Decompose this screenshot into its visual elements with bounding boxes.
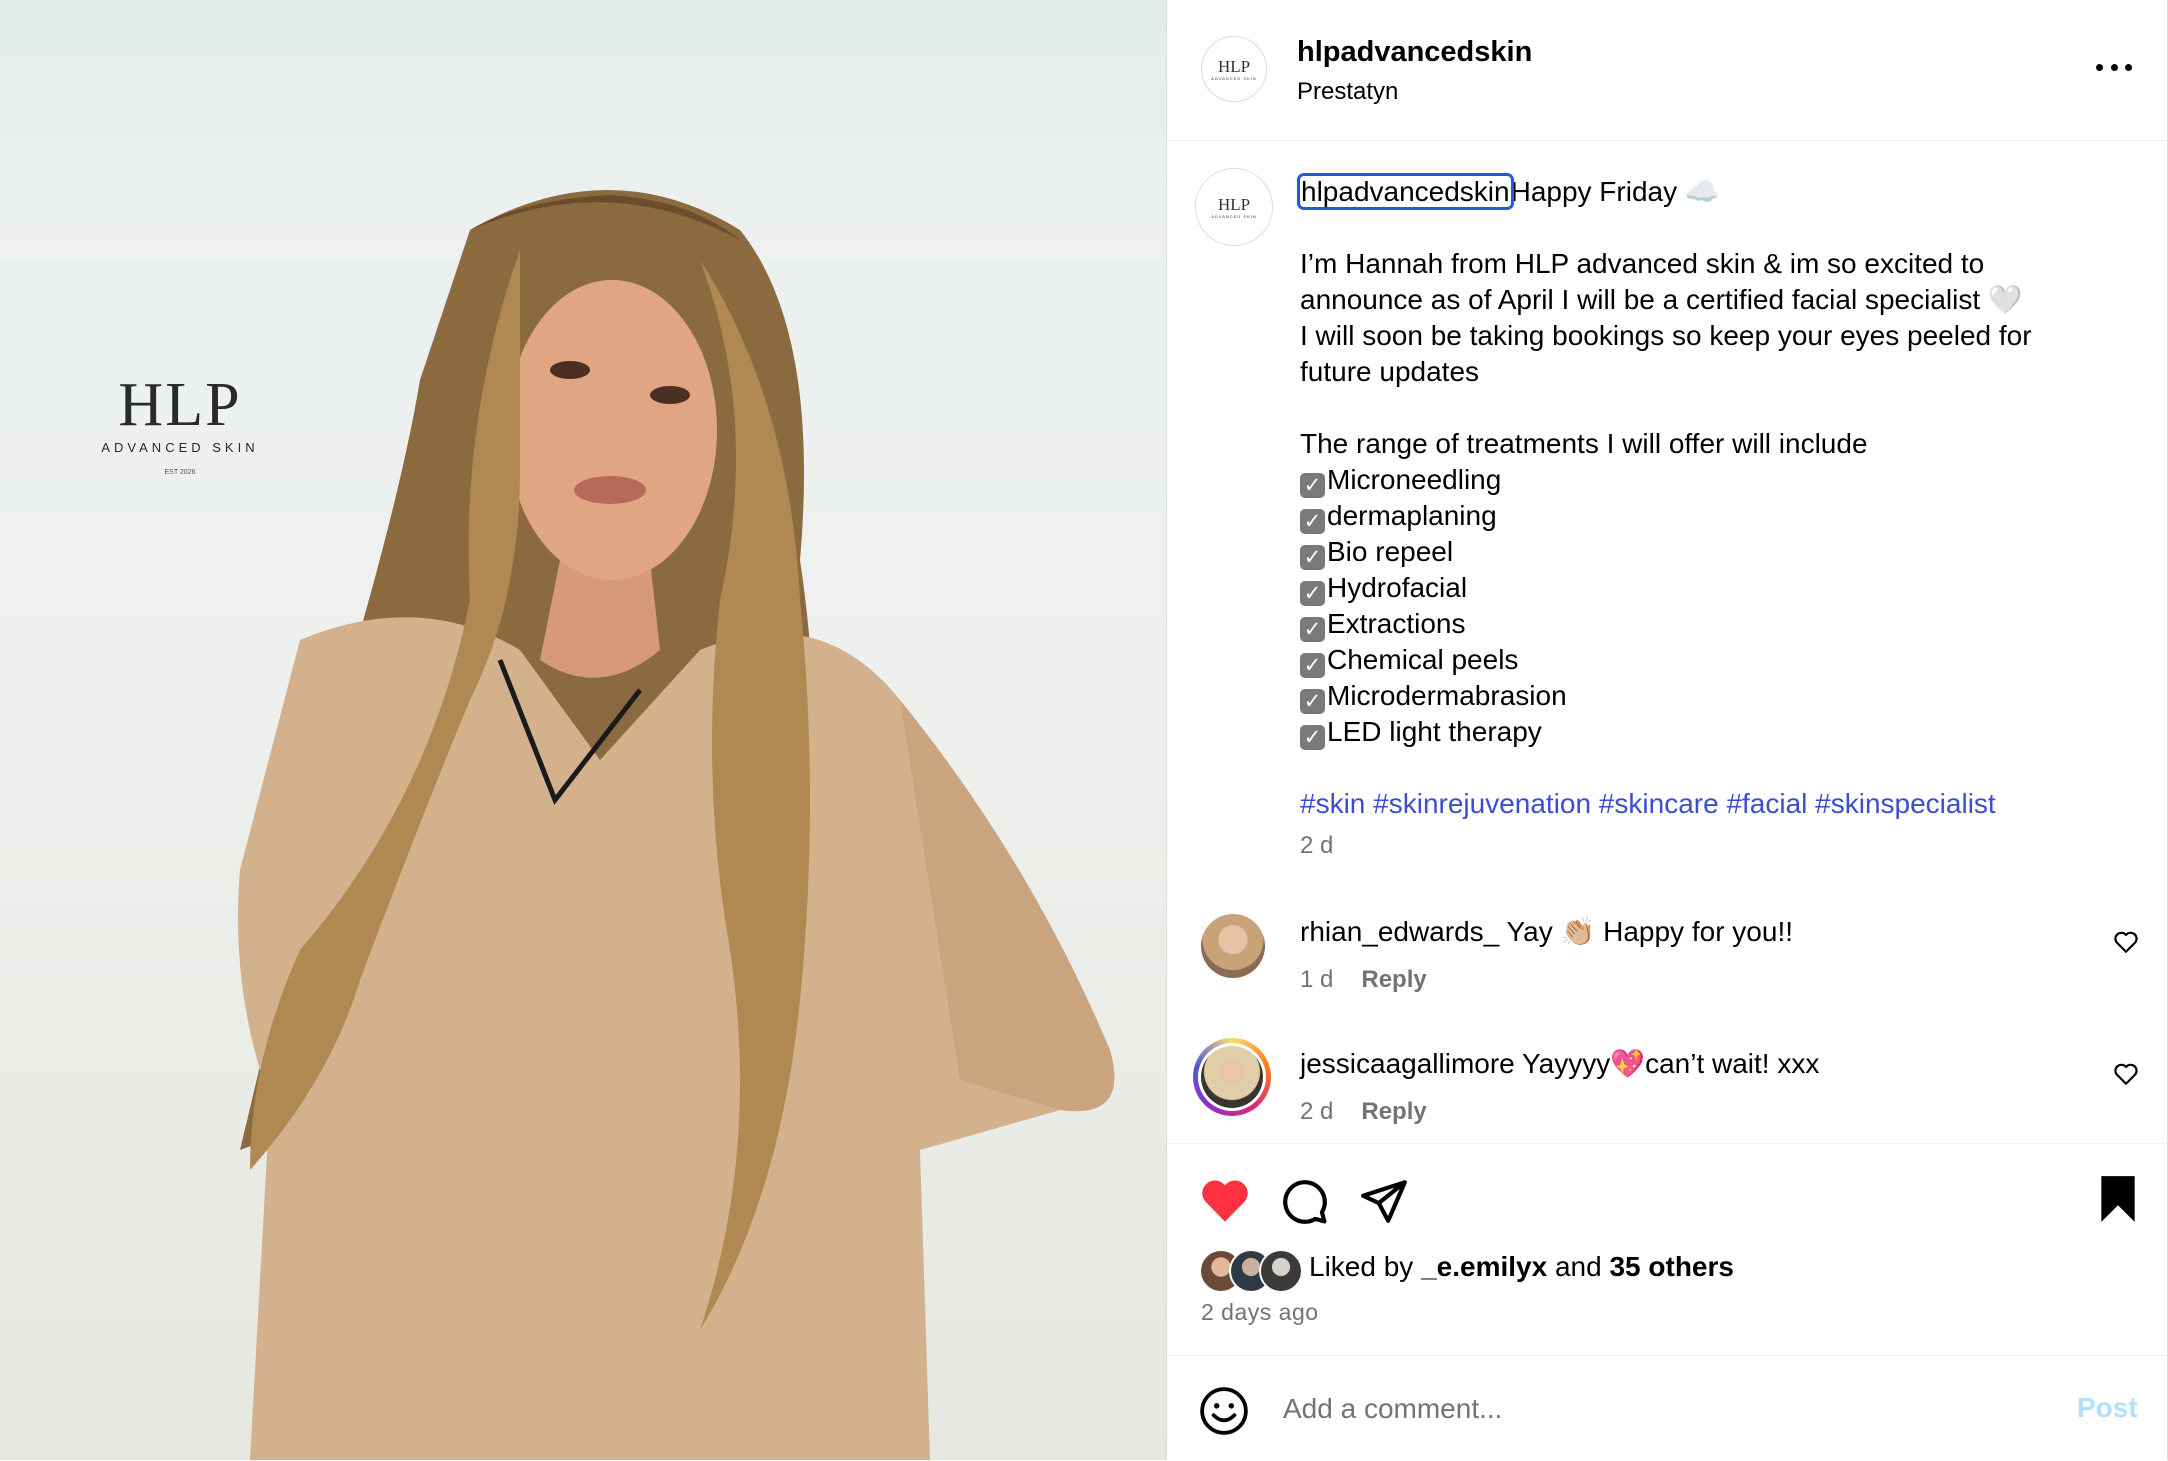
treatment-item: ✓ Microdermabrasion <box>1300 680 1567 714</box>
comment-body: Yayyyy💖can’t wait! xxx <box>1522 1048 1820 1079</box>
caption-list-intro: The range of treatments I will offer wil… <box>1300 428 1868 459</box>
checkbox-icon: ✓ <box>1300 617 1325 642</box>
comment-meta: 1 d Reply <box>1300 966 1427 994</box>
liker-avatar <box>1259 1249 1303 1293</box>
likes-first-user[interactable]: _e.emilyx <box>1421 1251 1547 1282</box>
treatment-item: ✓ LED light therapy <box>1300 716 1542 750</box>
treatment-item: ✓ dermaplaning <box>1300 500 1497 534</box>
caption-avatar-sub: ADVANCED SKIN <box>1211 213 1257 219</box>
header-avatar[interactable]: HLP ADVANCED SKIN <box>1201 36 1267 102</box>
treatment-label: Extractions <box>1327 608 1466 639</box>
comment-meta: 2 d Reply <box>1300 1098 1427 1126</box>
checkbox-icon: ✓ <box>1300 473 1325 498</box>
reply-button[interactable]: Reply <box>1361 1098 1426 1125</box>
likes-others[interactable]: 35 others <box>1609 1251 1734 1282</box>
treatment-label: Bio repeel <box>1327 536 1454 567</box>
header-avatar-sub: ADVANCED SKIN <box>1211 75 1257 81</box>
treatment-item: ✓ Hydrofacial <box>1300 572 1468 606</box>
checkbox-icon: ✓ <box>1300 725 1325 750</box>
treatment-label: dermaplaning <box>1327 500 1497 531</box>
bookmark-filled-icon[interactable] <box>2097 1174 2139 1224</box>
header-username[interactable]: hlpadvancedskin <box>1297 36 1532 69</box>
liked-by-text[interactable]: Liked by _e.emilyx and 35 others <box>1309 1251 1734 1283</box>
checkbox-icon: ✓ <box>1300 653 1325 678</box>
dot <box>2110 63 2118 71</box>
comment-username[interactable]: rhian_edwards_ <box>1300 916 1499 947</box>
treatment-item: ✓ Microneedling <box>1300 464 1502 498</box>
commenter-avatar[interactable] <box>1193 1038 1271 1116</box>
post-header: HLP ADVANCED SKIN hlpadvancedskin Presta… <box>1167 0 2167 141</box>
treatment-item: ✓ Chemical peels <box>1300 644 1519 678</box>
post-image[interactable]: HLP ADVANCED SKIN EST 2026 <box>0 0 1166 1460</box>
comment-username[interactable]: jessicaagallimore <box>1300 1048 1515 1079</box>
likes-joiner: and <box>1547 1251 1610 1282</box>
checkbox-icon: ✓ <box>1300 509 1325 534</box>
post-detail-panel: HLP ADVANCED SKIN hlpadvancedskin Presta… <box>1166 0 2168 1460</box>
comment-icon[interactable] <box>1279 1176 1329 1226</box>
treatment-label: Microdermabrasion <box>1327 680 1567 711</box>
treatment-list: ✓ Microneedling ✓ dermaplaning ✓ Bio repeel… <box>1300 464 1567 750</box>
caption-text: hlpadvancedskinHappy Friday ☁️ I’m Hanna… <box>1297 173 2100 822</box>
comment-age[interactable]: 2 d <box>1300 1098 1333 1125</box>
commenter-avatar[interactable] <box>1201 914 1265 978</box>
caption-paragraph: I’m Hannah from HLP advanced skin & im s… <box>1300 248 2032 387</box>
add-comment-bar: Post <box>1167 1355 2167 1461</box>
caption-first-line: Happy Friday ☁️ <box>1510 176 1720 207</box>
treatment-label: Microneedling <box>1327 464 1502 495</box>
comment-input[interactable] <box>1281 1386 2025 1432</box>
likes-prefix: Liked by <box>1309 1251 1422 1282</box>
treatment-label: Hydrofacial <box>1327 572 1468 603</box>
treatment-label: LED light therapy <box>1327 716 1542 747</box>
caption-avatar[interactable]: HLP ADVANCED SKIN <box>1195 168 1273 246</box>
treatment-label: Chemical peels <box>1327 644 1519 675</box>
dot <box>2096 63 2103 71</box>
share-icon[interactable] <box>1359 1176 1409 1226</box>
dot <box>2125 63 2132 71</box>
caption-hashtags[interactable]: #skin #skinrejuvenation #skincare #facia… <box>1300 788 1996 819</box>
treatment-item: ✓ Bio repeel <box>1300 536 1454 570</box>
heart-filled-icon[interactable] <box>1199 1176 1251 1224</box>
caption-avatar-mark: HLP <box>1217 194 1251 214</box>
commenter-avatar-image <box>1201 1046 1263 1108</box>
comment-like-icon[interactable] <box>2113 1062 2139 1086</box>
comment-like-icon[interactable] <box>2113 930 2139 954</box>
caption-username[interactable]: hlpadvancedskin <box>1297 173 1514 210</box>
header-location[interactable]: Prestatyn <box>1297 78 1398 106</box>
more-options-icon[interactable] <box>2096 52 2132 82</box>
commenter-avatar-photo <box>1198 1043 1266 1111</box>
comment-age[interactable]: 1 d <box>1300 966 1333 993</box>
checkbox-icon: ✓ <box>1300 689 1325 714</box>
post-comment-button[interactable]: Post <box>2077 1392 2138 1424</box>
comment-item: rhian_edwards_ Yay 👏🏼 Happy for you!! 1 … <box>1167 914 2167 1034</box>
smiley-icon[interactable] <box>1199 1386 1249 1436</box>
comment-body: Yay 👏🏼 Happy for you!! <box>1506 916 1793 947</box>
header-avatar-mark: HLP <box>1217 56 1251 76</box>
reply-button[interactable]: Reply <box>1361 966 1426 993</box>
caption-age[interactable]: 2 d <box>1300 832 1333 860</box>
treatment-item: ✓ Extractions <box>1300 608 1466 642</box>
post-date[interactable]: 2 days ago <box>1201 1299 1319 1326</box>
comment-text: rhian_edwards_ Yay 👏🏼 Happy for you!! <box>1300 914 1793 950</box>
comment-text: jessicaagallimore Yayyyy💖can’t wait! xxx <box>1300 1046 1819 1082</box>
checkbox-icon: ✓ <box>1300 545 1325 570</box>
person-photo <box>238 190 1115 1460</box>
checkbox-icon: ✓ <box>1300 581 1325 606</box>
